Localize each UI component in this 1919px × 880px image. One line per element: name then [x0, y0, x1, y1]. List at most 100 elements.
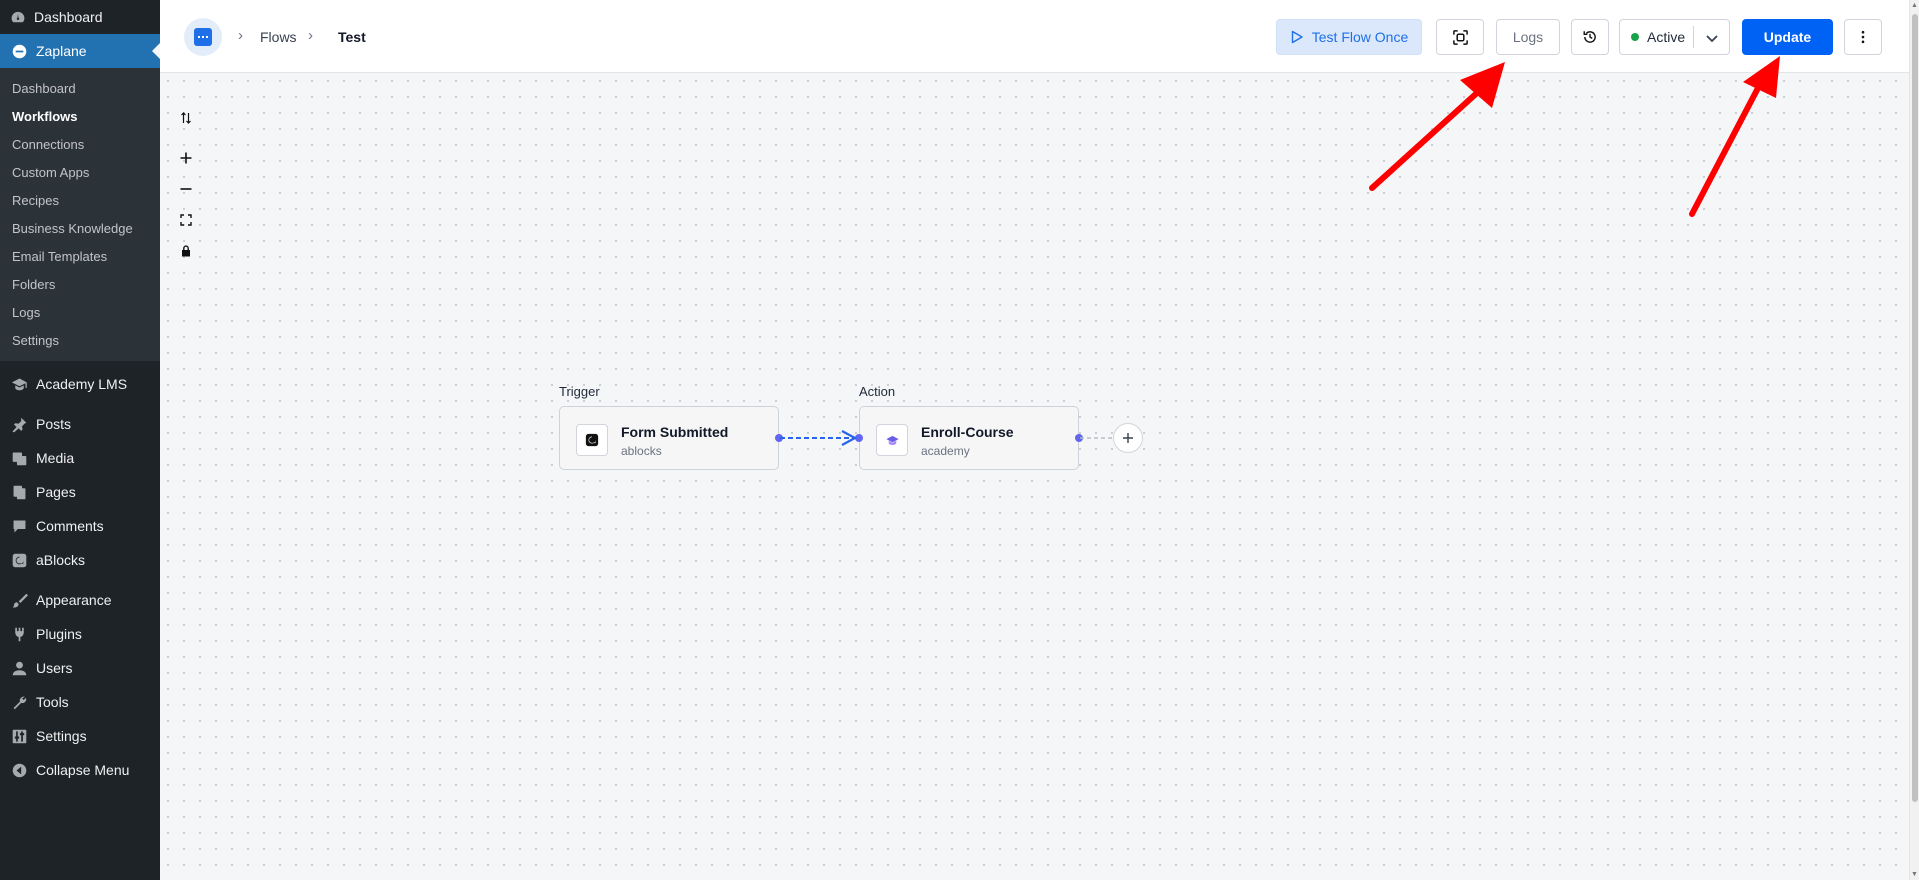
media-icon: [10, 449, 28, 467]
submenu-item-business-knowledge[interactable]: Business Knowledge: [0, 215, 160, 243]
breadcrumb-flows[interactable]: Flows: [260, 29, 297, 45]
fit-view-icon: [180, 214, 192, 226]
pushpin-icon: [10, 415, 28, 433]
sidebar-item-ablocks[interactable]: aBlocks: [0, 543, 160, 577]
play-icon: [1291, 30, 1303, 44]
sidebar-item-pages[interactable]: Pages: [0, 475, 160, 509]
scroll-up-icon[interactable]: ▲: [1911, 2, 1918, 9]
sidebar-item-label: Media: [36, 450, 75, 466]
sidebar-item-label: Comments: [36, 518, 104, 534]
page-scrollbar[interactable]: ▲ ▼: [1909, 0, 1919, 880]
sidebar-item-label: aBlocks: [36, 552, 86, 568]
trigger-group-label: Trigger: [559, 384, 600, 399]
sidebar-item-comments[interactable]: Comments: [0, 509, 160, 543]
action-node[interactable]: Enroll-Course academy: [859, 406, 1079, 470]
trigger-title: Form Submitted: [621, 424, 729, 440]
ablocks-icon: [10, 551, 28, 569]
history-icon: [1583, 31, 1596, 43]
lock-canvas-button[interactable]: [176, 241, 196, 261]
sidebar-item-label: Dashboard: [34, 9, 103, 25]
update-button[interactable]: Update: [1742, 19, 1833, 55]
status-dropdown[interactable]: Active: [1619, 19, 1730, 55]
chevron-right-icon: ›: [238, 27, 243, 44]
more-options-button[interactable]: [1844, 19, 1882, 55]
collapse-menu-button[interactable]: Collapse Menu: [0, 753, 160, 787]
trigger-app-name: ablocks: [621, 444, 662, 458]
plug-icon: [10, 625, 28, 643]
fit-view-button[interactable]: [176, 210, 196, 230]
flow-editor-header: › Flows › Test Test Flow Once Logs Activ…: [160, 0, 1909, 73]
sidebar-item-label: Posts: [36, 416, 72, 432]
submenu-item-folders[interactable]: Folders: [0, 271, 160, 299]
add-step-button[interactable]: [1113, 423, 1143, 453]
paintbrush-icon: [10, 591, 28, 609]
test-flow-once-button[interactable]: Test Flow Once: [1276, 19, 1422, 55]
sidebar-item-tools[interactable]: Tools: [0, 685, 160, 719]
graduation-cap-icon: [885, 435, 899, 445]
status-dot: [1631, 33, 1639, 41]
logs-button[interactable]: Logs: [1496, 19, 1560, 55]
collapse-arrow-icon: [10, 761, 28, 779]
sidebar-item-appearance[interactable]: Appearance: [0, 583, 160, 617]
scrollbar-thumb[interactable]: [1912, 14, 1918, 802]
screenshot-button[interactable]: [1436, 19, 1484, 55]
sidebar-item-label: Users: [36, 660, 73, 676]
swap-arrows-icon: [181, 112, 191, 124]
submenu-item-settings[interactable]: Settings: [0, 327, 160, 355]
chevron-down-icon[interactable]: [1704, 30, 1720, 46]
kebab-menu-icon: [1861, 30, 1865, 44]
scan-frame-icon: [1452, 29, 1468, 45]
sidebar-item-media[interactable]: Media: [0, 441, 160, 475]
plus-icon: [1123, 433, 1133, 443]
history-button[interactable]: [1571, 19, 1609, 55]
sidebar-item-academy-lms[interactable]: Academy LMS: [0, 367, 160, 401]
admin-sidebar: Dashboard Zaplane Dashboard Workflows Co…: [0, 0, 160, 880]
status-label: Active: [1647, 29, 1686, 45]
flow-canvas[interactable]: Trigger Form Submitted ablocks Action En…: [160, 73, 1909, 880]
submenu-item-email-templates[interactable]: Email Templates: [0, 243, 160, 271]
add-step-connector: [1080, 437, 1114, 439]
academy-app-icon: [876, 424, 908, 456]
submenu-item-custom-apps[interactable]: Custom Apps: [0, 159, 160, 187]
sidebar-item-users[interactable]: Users: [0, 651, 160, 685]
sidebar-item-settings[interactable]: Settings: [0, 719, 160, 753]
submenu-item-logs[interactable]: Logs: [0, 299, 160, 327]
user-icon: [10, 659, 28, 677]
sidebar-item-label: Settings: [36, 728, 87, 744]
action-group-label: Action: [859, 384, 896, 399]
scroll-down-icon[interactable]: ▼: [1911, 871, 1918, 878]
zaplane-icon: [10, 42, 28, 60]
sidebar-item-label: Zaplane: [36, 43, 87, 59]
zoom-in-button[interactable]: [176, 148, 196, 168]
sidebar-item-label: Academy LMS: [36, 376, 128, 392]
sidebar-item-posts[interactable]: Posts: [0, 407, 160, 441]
sidebar-item-dashboard[interactable]: Dashboard: [0, 0, 160, 34]
sidebar-item-zaplane[interactable]: Zaplane: [0, 34, 160, 68]
trigger-node[interactable]: Form Submitted ablocks: [559, 406, 779, 470]
zaplane-logo[interactable]: [184, 18, 222, 56]
zoom-out-button[interactable]: [176, 179, 196, 199]
submenu-item-dashboard[interactable]: Dashboard: [0, 75, 160, 103]
ablocks-app-icon: [576, 424, 608, 456]
sidebar-item-label: Pages: [36, 484, 76, 500]
submenu-item-connections[interactable]: Connections: [0, 131, 160, 159]
sidebar-item-label: Appearance: [36, 592, 112, 608]
breadcrumb-current: Test: [338, 29, 366, 45]
sidebar-item-plugins[interactable]: Plugins: [0, 617, 160, 651]
action-title: Enroll-Course: [921, 424, 1014, 440]
flow-connector-edge: [780, 430, 858, 446]
lock-icon: [182, 245, 190, 257]
sidebar-item-label: Tools: [36, 694, 69, 710]
submenu-item-recipes[interactable]: Recipes: [0, 187, 160, 215]
zaplane-submenu: Dashboard Workflows Connections Custom A…: [0, 68, 160, 361]
sidebar-item-label: Collapse Menu: [36, 762, 130, 778]
swap-layout-button[interactable]: [176, 108, 196, 128]
ablocks-icon: [585, 433, 599, 447]
submenu-item-workflows[interactable]: Workflows: [0, 103, 160, 131]
sidebar-item-label: Plugins: [36, 626, 82, 642]
plus-icon: [180, 152, 192, 164]
wrench-icon: [10, 693, 28, 711]
settings-sliders-icon: [10, 727, 28, 745]
zaplane-logo-icon: [194, 28, 212, 46]
comment-bubble-icon: [10, 517, 28, 535]
